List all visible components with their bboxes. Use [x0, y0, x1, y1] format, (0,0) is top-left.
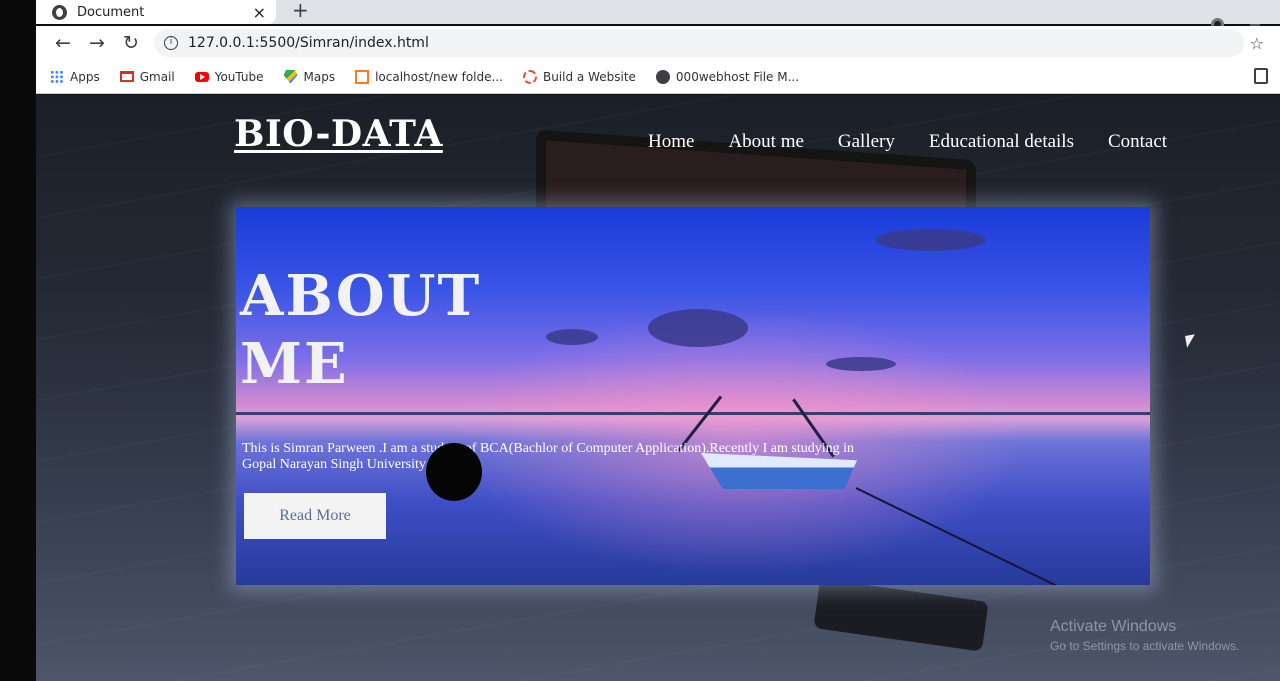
- bookmark-localhost[interactable]: localhost/new folde...: [355, 69, 503, 84]
- tab-title: Document: [77, 4, 145, 20]
- cloud-shape: [876, 229, 986, 251]
- bookmark-label: Maps: [303, 69, 336, 84]
- watermark-subtitle: Go to Settings to activate Windows.: [1050, 639, 1240, 653]
- nav-educational-details[interactable]: Educational details: [929, 131, 1074, 153]
- reading-list-icon[interactable]: [1254, 68, 1268, 84]
- bookmark-star-icon[interactable]: ☆: [1250, 34, 1264, 53]
- nav-contact[interactable]: Contact: [1108, 131, 1167, 153]
- forward-arrow-icon[interactable]: →: [80, 32, 114, 54]
- bookmark-label: localhost/new folde...: [375, 69, 503, 84]
- bookmark-000webhost[interactable]: 000webhost File M...: [655, 69, 800, 84]
- background-phone-image: [813, 578, 989, 652]
- reload-icon[interactable]: ↻: [114, 32, 148, 54]
- xampp-icon: [355, 69, 370, 84]
- gmail-icon: [119, 71, 134, 82]
- bookmark-label: 000webhost File M...: [675, 69, 800, 84]
- site-logo[interactable]: BIO-DATA: [234, 113, 443, 155]
- globe-icon: [655, 69, 670, 84]
- about-hero-card: ABOUT ME This is Simran Parween .I am a …: [236, 207, 1150, 585]
- nav-gallery[interactable]: Gallery: [838, 131, 895, 153]
- web-page: BIO-DATA Home About me Gallery Education…: [36, 95, 1280, 681]
- tab-strip: Document × +: [36, 0, 1280, 31]
- about-heading: ABOUT ME: [240, 262, 481, 398]
- bookmark-apps[interactable]: Apps: [50, 69, 100, 84]
- bookmarks-bar: Apps Gmail YouTube Maps localhost/new fo…: [36, 60, 1280, 94]
- about-heading-line2: ME: [240, 331, 349, 397]
- tab-close-icon[interactable]: ×: [253, 3, 266, 22]
- watermark-title: Activate Windows: [1050, 618, 1177, 635]
- browser-toolbar: ← → ↻ i 127.0.0.1:5500/Simran/index.html…: [36, 26, 1280, 60]
- site-info-icon[interactable]: i: [164, 36, 178, 50]
- read-more-button[interactable]: Read More: [244, 493, 386, 539]
- screen-bezel: [0, 0, 36, 681]
- bookmark-label: Gmail: [139, 69, 175, 84]
- cloud-shape: [546, 329, 598, 345]
- screen-smudge: [426, 443, 482, 501]
- about-heading-line1: ABOUT: [240, 263, 482, 329]
- activate-windows-watermark: Activate Windows Go to Settings to activ…: [1050, 618, 1239, 653]
- back-arrow-icon[interactable]: ←: [46, 32, 80, 54]
- bookmark-label: YouTube: [214, 69, 264, 84]
- nav-home[interactable]: Home: [648, 131, 694, 153]
- globe-icon: [52, 4, 67, 20]
- bookmark-youtube[interactable]: YouTube: [194, 69, 264, 84]
- bookmark-label: Apps: [70, 69, 100, 84]
- about-description: This is Simran Parween .I am a student o…: [242, 441, 855, 472]
- bookmark-gmail[interactable]: Gmail: [119, 69, 175, 84]
- bookmark-label: Build a Website: [542, 69, 636, 84]
- address-bar[interactable]: i 127.0.0.1:5500/Simran/index.html: [154, 29, 1244, 57]
- url-text: 127.0.0.1:5500/Simran/index.html: [188, 35, 429, 51]
- bookmark-maps[interactable]: Maps: [283, 69, 336, 84]
- cloud-shape: [648, 309, 748, 347]
- apps-grid-icon: [50, 69, 64, 84]
- mouse-cursor-icon: [1185, 334, 1197, 348]
- site-nav: Home About me Gallery Educational detail…: [648, 131, 1167, 153]
- new-tab-button[interactable]: +: [292, 0, 309, 20]
- browser-tab[interactable]: Document ×: [36, 0, 276, 24]
- cloud-shape: [826, 357, 896, 371]
- maps-icon: [283, 69, 298, 84]
- build-icon: [522, 69, 537, 84]
- nav-about-me[interactable]: About me: [728, 131, 803, 153]
- youtube-icon: [194, 71, 209, 82]
- boat-rope: [855, 487, 1127, 585]
- horizon-line: [236, 412, 1150, 415]
- bookmark-build-website[interactable]: Build a Website: [522, 69, 636, 84]
